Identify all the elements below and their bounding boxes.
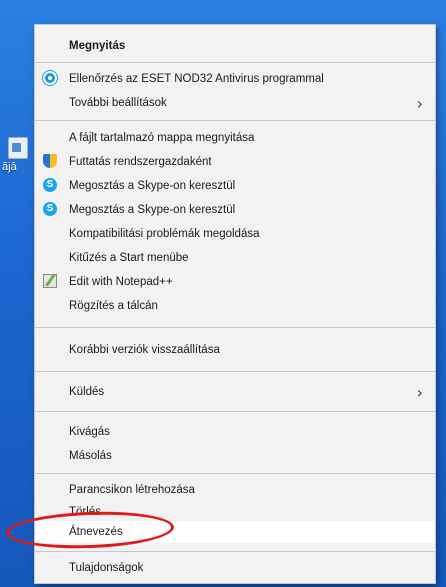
menu-item-cut[interactable]: Kivágás	[35, 421, 435, 443]
menu-separator	[35, 62, 435, 63]
menu-item-compatibility[interactable]: Kompatibilitási problémák megoldása	[35, 223, 435, 245]
menu-item-label: Kivágás	[69, 426, 110, 438]
desktop-file-icon[interactable]	[8, 137, 28, 159]
shield-icon	[43, 154, 57, 168]
menu-item-send-to[interactable]: Küldés ›	[35, 381, 435, 403]
menu-item-label: Kompatibilitási problémák megoldása	[69, 228, 260, 240]
menu-item-share-skype[interactable]: S Megosztás a Skype-on keresztül	[35, 175, 435, 197]
menu-separator	[35, 551, 435, 552]
menu-item-label: A fájlt tartalmazó mappa megnyitása	[69, 132, 255, 144]
notepad-icon	[43, 274, 57, 288]
menu-item-label: Másolás	[69, 450, 112, 462]
desktop-file-label[interactable]: ăjă	[2, 161, 32, 173]
menu-item-copy[interactable]: Másolás	[35, 445, 435, 467]
menu-item-eset-scan[interactable]: Ellenőrzés az ESET NOD32 Antivirus progr…	[35, 68, 435, 90]
menu-item-label: Rögzítés a tálcán	[69, 300, 158, 312]
menu-item-label: Megosztás a Skype-on keresztül	[69, 204, 236, 216]
submenu-arrow-icon: ›	[416, 94, 423, 113]
menu-item-label: Futtatás rendszergazdaként	[69, 156, 212, 168]
menu-item-label: Megnyitás	[69, 40, 126, 52]
menu-separator	[35, 371, 435, 372]
menu-separator	[35, 120, 435, 121]
eset-icon	[43, 71, 57, 85]
menu-item-notepad[interactable]: Edit with Notepad++	[35, 271, 435, 293]
skype-icon: S	[43, 178, 57, 192]
menu-item-run-as-admin[interactable]: Futtatás rendszergazdaként	[35, 151, 435, 173]
menu-item-properties[interactable]: Tulajdonságok	[35, 557, 435, 579]
menu-item-label: Megosztás a Skype-on keresztül	[69, 180, 236, 192]
menu-item-label: Korábbi verziók visszaállítása	[69, 344, 220, 356]
menu-separator	[35, 473, 435, 474]
menu-item-share-skype-2[interactable]: S Megosztás a Skype-on keresztül	[35, 199, 435, 221]
menu-item-pin-taskbar[interactable]: Rögzítés a tálcán	[35, 295, 435, 317]
menu-item-pin-start[interactable]: Kitűzés a Start menübe	[35, 247, 435, 269]
submenu-arrow-icon: ›	[416, 383, 423, 402]
menu-separator	[35, 411, 435, 412]
menu-separator	[35, 327, 435, 328]
menu-item-label: Edit with Notepad++	[69, 276, 173, 288]
context-menu: Megnyitás Ellenőrzés az ESET NOD32 Antiv…	[34, 24, 436, 584]
menu-item-label: Tulajdonságok	[69, 562, 144, 574]
menu-item-label: Ellenőrzés az ESET NOD32 Antivirus progr…	[69, 73, 324, 85]
menu-item-open[interactable]: Megnyitás	[35, 35, 435, 57]
menu-item-label: További beállítások	[69, 97, 167, 109]
menu-item-label: Parancsikon létrehozása	[69, 484, 195, 496]
menu-item-open-folder[interactable]: A fájlt tartalmazó mappa megnyitása	[35, 127, 435, 149]
menu-item-restore-versions[interactable]: Korábbi verziók visszaállítása	[35, 339, 435, 361]
skype-icon: S	[43, 202, 57, 216]
menu-item-more-settings[interactable]: További beállítások ›	[35, 92, 435, 114]
menu-item-label: Kitűzés a Start menübe	[69, 252, 189, 264]
menu-item-create-shortcut[interactable]: Parancsikon létrehozása	[35, 479, 435, 501]
menu-item-label: Küldés	[69, 386, 105, 398]
